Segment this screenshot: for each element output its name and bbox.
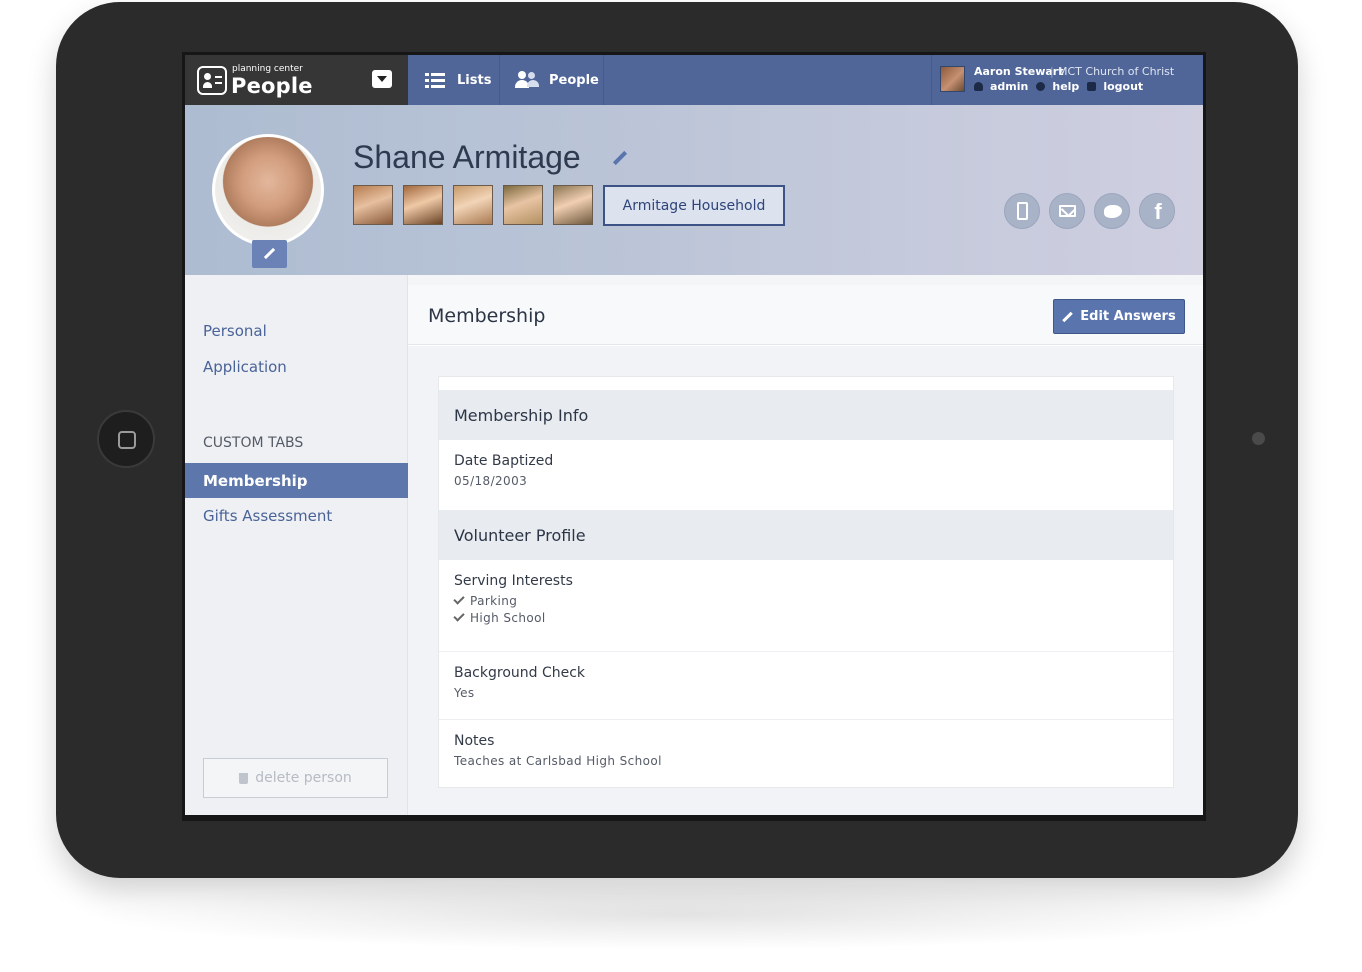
people-logo-icon: [197, 66, 227, 95]
top-nav: planning center People Lists People Aaro…: [185, 55, 1203, 105]
nav-lists-label: Lists: [457, 72, 492, 88]
help-link[interactable]: help: [1052, 80, 1079, 93]
sidebar: Personal Application CUSTOM TABS Members…: [185, 275, 408, 815]
main-header: Membership Edit Answers: [408, 285, 1203, 345]
brand-subtitle: planning center: [232, 64, 303, 74]
sidebar-item-gifts-assessment[interactable]: Gifts Assessment: [203, 507, 332, 525]
help-icon: [1036, 82, 1046, 91]
profile-header: Shane Armitage Armitage Household f: [185, 105, 1203, 275]
tablet-shadow: [80, 880, 1280, 950]
sidebar-item-personal[interactable]: Personal: [203, 322, 267, 340]
main-body: Membership Info Date Baptized 05/18/2003…: [408, 346, 1203, 815]
user-links: admin help logout: [974, 80, 1143, 93]
nav-people-label: People: [549, 72, 599, 88]
field-value: Yes: [454, 686, 475, 700]
list-icon: [425, 72, 445, 88]
user-separator: |: [1050, 65, 1054, 78]
facebook-icon: f: [1154, 199, 1162, 224]
household-member-thumb[interactable]: [403, 185, 443, 225]
email-button[interactable]: [1049, 193, 1085, 229]
main-panel: Membership Edit Answers Membership Info …: [408, 285, 1203, 815]
admin-link[interactable]: admin: [990, 80, 1028, 93]
email-icon: [1059, 205, 1076, 217]
delete-person-button[interactable]: delete person: [203, 758, 388, 798]
nav-lists[interactable]: Lists: [408, 55, 500, 105]
twitter-icon: [1104, 205, 1122, 218]
app-window: planning center People Lists People Aaro…: [185, 55, 1203, 815]
camera-dot: [1252, 432, 1265, 445]
person-name: Shane Armitage: [353, 139, 581, 175]
user-avatar[interactable]: [940, 66, 965, 92]
check-icon: [453, 593, 465, 605]
field-date-baptized: Date Baptized 05/18/2003: [439, 440, 1173, 510]
edit-answers-button[interactable]: Edit Answers: [1053, 299, 1185, 334]
church-name: MCT Church of Christ: [1058, 65, 1175, 78]
serving-item: Parking: [470, 594, 518, 608]
section-volunteer-profile: Volunteer Profile: [439, 510, 1173, 560]
field-value: Teaches at Carlsbad High School: [454, 754, 662, 768]
edit-answers-label: Edit Answers: [1080, 309, 1176, 324]
profile-avatar: [215, 137, 321, 243]
brand-area[interactable]: planning center People: [185, 55, 408, 105]
trash-icon: [239, 772, 249, 784]
brand-title: People: [231, 74, 313, 98]
custom-tabs-heading: CUSTOM TABS: [203, 435, 304, 451]
app-switcher-caret-icon[interactable]: [372, 70, 392, 88]
household-button[interactable]: Armitage Household: [603, 185, 785, 226]
field-label: Date Baptized: [454, 453, 554, 469]
check-icon: [453, 610, 465, 622]
admin-icon: [974, 82, 983, 91]
answers-card: Membership Info Date Baptized 05/18/2003…: [438, 376, 1174, 788]
pencil-icon: [264, 248, 275, 259]
home-square-icon: [118, 431, 136, 449]
logout-link[interactable]: logout: [1103, 80, 1143, 93]
field-notes: Notes Teaches at Carlsbad High School: [439, 720, 1173, 788]
field-background-check: Background Check Yes: [439, 652, 1173, 720]
phone-button[interactable]: [1004, 193, 1040, 229]
section-membership-info: Membership Info: [439, 390, 1173, 440]
phone-icon: [1017, 202, 1028, 220]
nav-people[interactable]: People: [500, 55, 604, 105]
screen: planning center People Lists People Aaro…: [182, 52, 1206, 821]
profile-avatar-ring: [212, 134, 324, 246]
sidebar-item-membership[interactable]: Membership: [185, 463, 408, 498]
people-icon: [515, 71, 539, 89]
field-label: Background Check: [454, 665, 586, 681]
lock-icon: [1087, 82, 1097, 91]
household-member-thumb[interactable]: [503, 185, 543, 225]
field-label: Serving Interests: [454, 573, 573, 589]
field-value: 05/18/2003: [454, 474, 528, 488]
field-label: Notes: [454, 733, 495, 749]
page-title: Membership: [428, 305, 546, 327]
delete-person-label: delete person: [255, 770, 352, 786]
list-item: High School: [453, 610, 1173, 625]
list-item: Parking: [453, 593, 1173, 608]
sidebar-item-application[interactable]: Application: [203, 358, 287, 376]
field-serving-interests: Serving Interests Parking High School: [439, 560, 1173, 652]
household-member-thumb[interactable]: [553, 185, 593, 225]
household-member-thumb[interactable]: [353, 185, 393, 225]
edit-photo-button[interactable]: [252, 240, 287, 268]
pencil-icon: [1062, 312, 1072, 322]
edit-name-pencil-icon[interactable]: [613, 151, 627, 165]
facebook-button[interactable]: f: [1139, 193, 1175, 229]
home-button: [97, 410, 155, 468]
serving-item: High School: [470, 611, 546, 625]
household-member-thumb[interactable]: [453, 185, 493, 225]
user-area: Aaron Stewart | MCT Church of Christ adm…: [931, 55, 1203, 105]
twitter-button[interactable]: [1094, 193, 1130, 229]
